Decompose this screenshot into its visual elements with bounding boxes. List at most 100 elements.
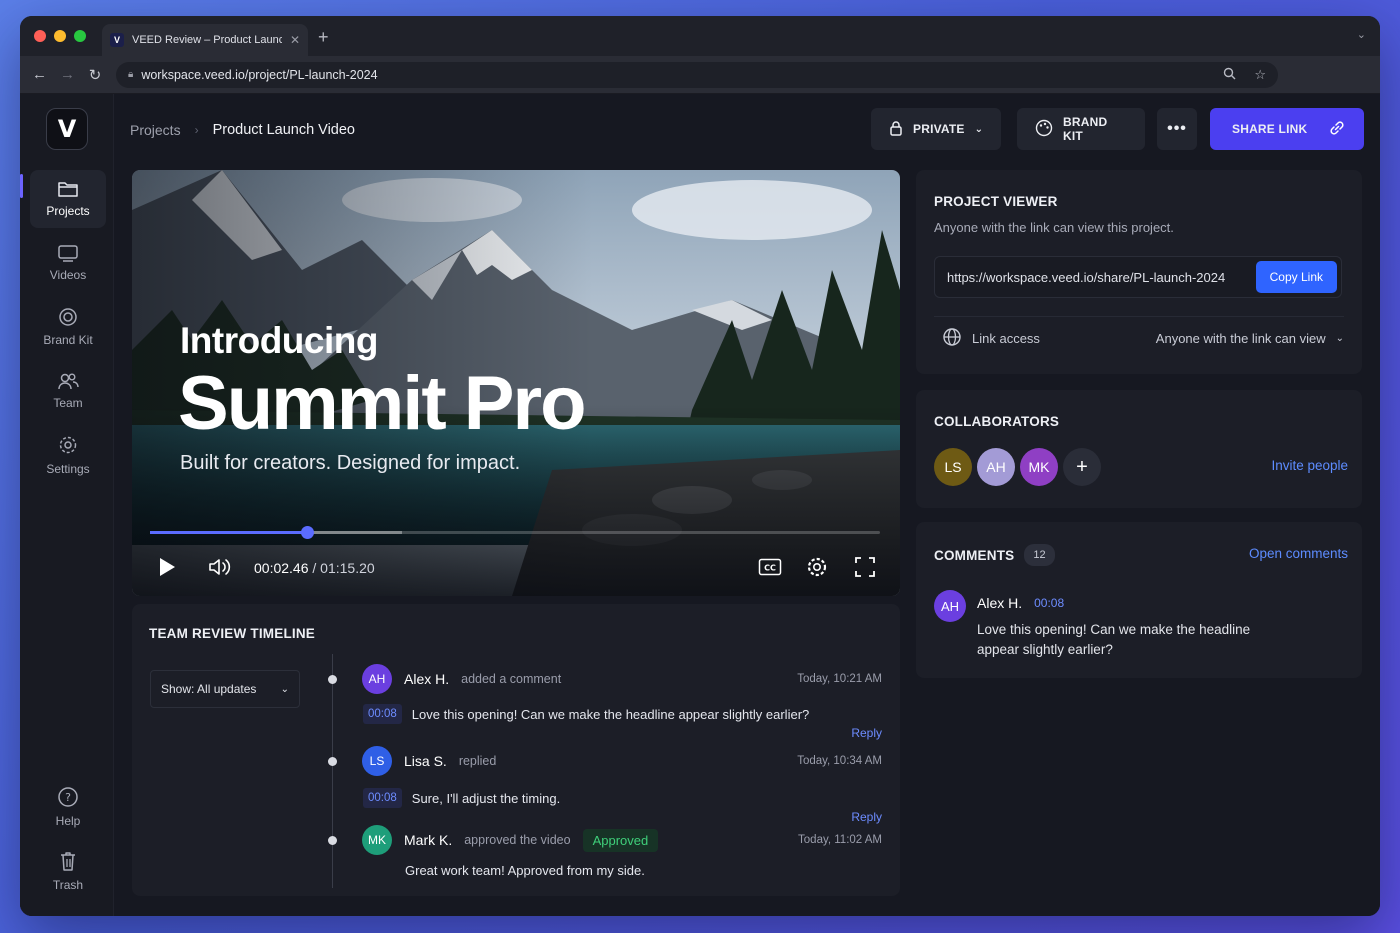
author-name: Alex H. (404, 671, 450, 687)
video-timestamp-link[interactable]: 00:08 (363, 704, 402, 724)
browser-tab[interactable]: V VEED Review – Product Launch ✕ (102, 24, 308, 56)
timestamp: Today, 11:02 AM (798, 834, 882, 846)
close-window-button[interactable] (34, 30, 46, 42)
chevron-right-icon: › (194, 123, 199, 137)
captions-icon[interactable]: CC (758, 558, 782, 581)
sidebar-item-label: Projects (46, 204, 90, 218)
copy-link-button[interactable]: Copy Link (1255, 261, 1337, 293)
current-time: 00:02.46 (254, 560, 309, 576)
veed-logo[interactable]: V (46, 108, 88, 150)
filter-label: Show: All updates (161, 682, 257, 696)
open-comments-link[interactable]: Open comments (1249, 546, 1348, 561)
sidebar-item-trash[interactable]: Trash (30, 842, 106, 900)
reply-link[interactable]: Reply (851, 810, 882, 824)
viewer-title: PROJECT VIEWER (934, 194, 1058, 209)
breadcrumb-projects-link[interactable]: Projects (130, 122, 181, 138)
author-name: Lisa S. (404, 753, 447, 769)
breadcrumb: Projects › Product Launch Video (130, 122, 355, 138)
sidebar-item-label: Videos (49, 268, 87, 282)
link-access-row: Link access Anyone with the link can vie… (934, 316, 1344, 352)
avatar[interactable]: AH (977, 448, 1015, 486)
reload-icon[interactable]: ↻ (88, 66, 102, 84)
privacy-dropdown[interactable]: PRIVATE ⌄ (871, 108, 1001, 150)
forward-icon[interactable]: → (60, 66, 75, 83)
volume-icon[interactable] (208, 557, 232, 582)
action-text: replied (458, 754, 497, 768)
new-tab-icon[interactable]: + (318, 28, 329, 46)
timeline-entry: MK Mark K. approved the video Approved T… (362, 825, 882, 878)
main-content: Projects › Product Launch Video PRIVATE … (114, 94, 1380, 916)
page-title: Product Launch Video (212, 122, 356, 138)
bookmark-star-icon[interactable]: ☆ (1254, 67, 1266, 83)
tab-menu-chevron-icon[interactable]: ⌄ (1357, 28, 1366, 41)
fullscreen-icon[interactable] (855, 557, 875, 582)
gear-icon (57, 434, 79, 456)
seek-bar[interactable] (150, 526, 880, 539)
tab-title: VEED Review – Product Launch (132, 34, 282, 46)
maximize-window-button[interactable] (74, 30, 86, 42)
seek-handle[interactable] (300, 526, 314, 539)
invite-people-link[interactable]: Invite people (1271, 458, 1348, 473)
browser-window: V VEED Review – Product Launch ✕ + ⌄ ← →… (20, 16, 1380, 916)
link-access-dropdown[interactable]: Anyone with the link can view ⌄ (1156, 331, 1344, 346)
chevron-down-icon: ⌄ (280, 683, 289, 695)
url-field[interactable]: 🔒︎ workspace.veed.io/project/PL-launch-2… (116, 61, 1278, 88)
avatar[interactable]: MK (1020, 448, 1058, 486)
browser-tabbar: V VEED Review – Product Launch ✕ + ⌄ (20, 16, 1380, 56)
comments-count-badge: 12 (1024, 544, 1055, 566)
monitor-icon (57, 244, 79, 262)
folder-icon (57, 180, 79, 198)
sidebar-item-settings[interactable]: Settings (30, 426, 106, 484)
add-collaborator-button[interactable]: + (1063, 448, 1101, 486)
avatar[interactable]: LS (934, 448, 972, 486)
link-access-label: Link access (972, 331, 1040, 346)
video-timestamp-link[interactable]: 00:08 (363, 788, 402, 808)
zoom-icon[interactable] (1223, 67, 1236, 83)
time-display: 00:02.46 / 01:15.20 (254, 560, 375, 576)
timeline-dot (328, 836, 337, 845)
lock-icon: 🔒︎ (128, 69, 134, 80)
settings-gear-icon[interactable] (806, 556, 828, 583)
sidebar-item-videos[interactable]: Videos (30, 234, 106, 292)
timestamp: Today, 10:34 AM (797, 755, 882, 767)
viewer-description: Anyone with the link can view this proje… (934, 220, 1174, 235)
progress-fill (150, 531, 307, 534)
video-timestamp-link[interactable]: 00:08 (1034, 596, 1064, 610)
sidebar-item-projects[interactable]: Projects (20, 170, 106, 228)
veed-favicon-icon: V (110, 33, 124, 47)
timeline-dot (328, 675, 337, 684)
minimize-window-button[interactable] (54, 30, 66, 42)
more-options-button[interactable]: ••• (1157, 108, 1197, 150)
window-controls (34, 30, 86, 42)
sidebar-item-label: Brand Kit (43, 333, 93, 347)
comment-text: Love this opening! Can we make the headl… (411, 706, 810, 722)
avatar: LS (362, 746, 392, 776)
sidebar-item-help[interactable]: ? Help (30, 778, 106, 836)
share-link-button[interactable]: SHARE LINK (1210, 108, 1364, 150)
timeline-entry: AH Alex H. added a comment Today, 10:21 … (362, 664, 882, 740)
comment-text: Great work team! Approved from my side. (405, 863, 645, 878)
approved-badge: Approved (582, 828, 659, 852)
sidebar-item-team[interactable]: Team (30, 362, 106, 420)
svg-text:?: ? (65, 791, 71, 804)
duration: 01:15.20 (320, 560, 375, 576)
updates-filter-dropdown[interactable]: Show: All updates ⌄ (150, 670, 300, 708)
reply-link[interactable]: Reply (851, 726, 882, 740)
privacy-label: PRIVATE (913, 122, 965, 136)
share-url-field[interactable]: https://workspace.veed.io/share/PL-launc… (934, 256, 1342, 298)
link-access-value: Anyone with the link can view (1155, 331, 1326, 346)
globe-icon (942, 327, 962, 350)
veed-app: V Projects Videos Brand Kit Team Setting… (20, 94, 1380, 916)
top-bar: Projects › Product Launch Video PRIVATE … (114, 94, 1380, 164)
svg-text:CC: CC (764, 564, 776, 573)
url-text: workspace.veed.io/project/PL-launch-2024 (141, 67, 378, 82)
video-headline-small: Introducing (180, 320, 378, 361)
play-icon[interactable] (158, 557, 176, 582)
video-player[interactable]: Introducing Summit Pro Built for creator… (132, 170, 900, 596)
comment-text: Love this opening! Can we make the headl… (977, 622, 1251, 657)
brand-kit-button[interactable]: BRAND KIT (1017, 108, 1145, 150)
sidebar-item-brand-kit[interactable]: Brand Kit (30, 298, 106, 356)
palette-icon (1035, 119, 1053, 140)
tab-close-icon[interactable]: ✕ (290, 33, 300, 47)
back-icon[interactable]: ← (32, 66, 47, 83)
